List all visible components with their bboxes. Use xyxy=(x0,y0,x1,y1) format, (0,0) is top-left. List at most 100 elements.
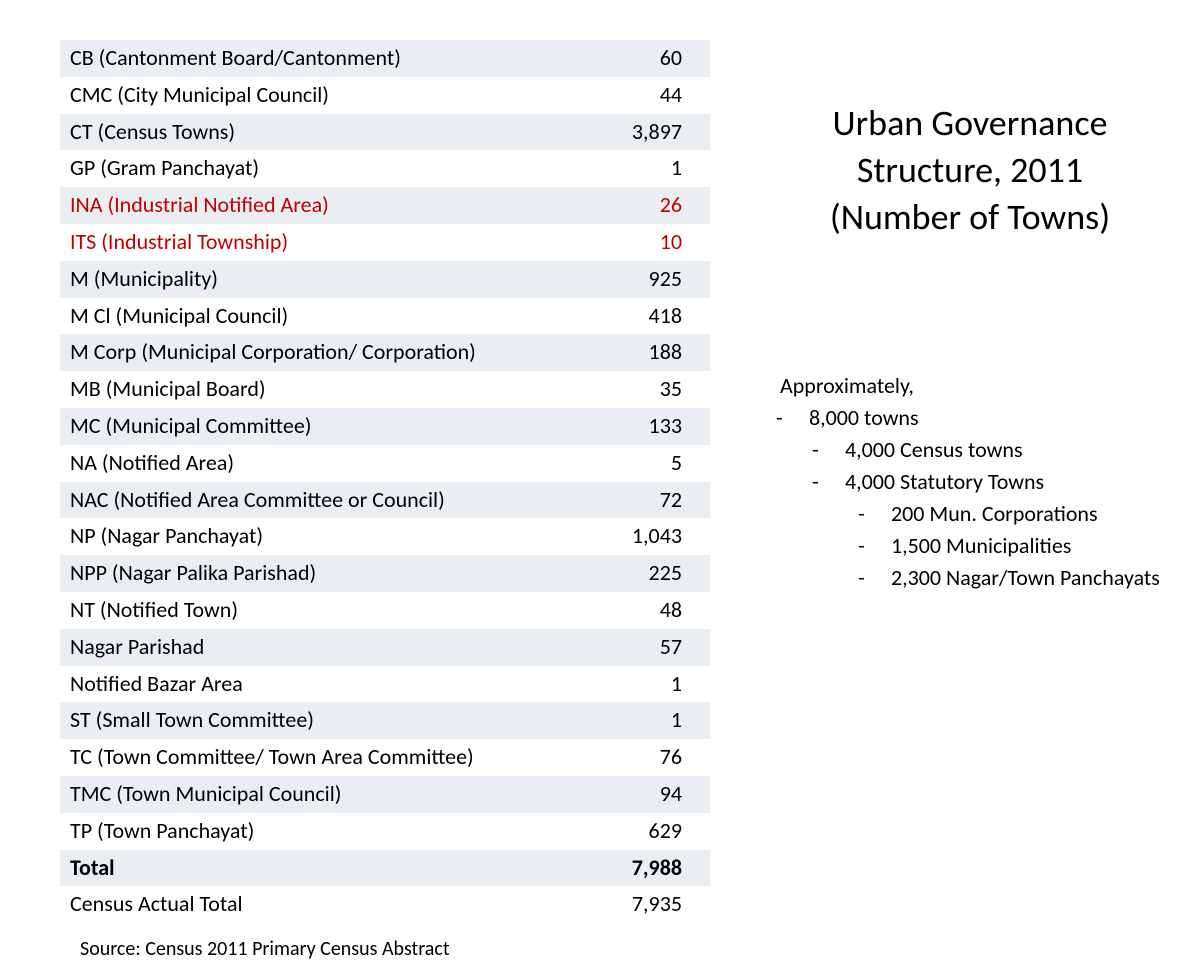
row-label: Nagar Parishad xyxy=(60,629,528,666)
table-row: CT (Census Towns)3,897 xyxy=(60,114,710,151)
bullet-text: 2,300 Nagar/Town Panchayats xyxy=(886,564,1160,591)
row-value: 44 xyxy=(528,77,710,114)
bullet-item: - 200 Mun. Corporations xyxy=(780,498,1160,530)
row-value: 35 xyxy=(528,371,710,408)
census-label: Census Actual Total xyxy=(60,886,528,923)
table-row: M Corp (Municipal Corporation/ Corporati… xyxy=(60,334,710,371)
row-label: CT (Census Towns) xyxy=(60,114,528,151)
row-value: 76 xyxy=(528,739,710,776)
row-label: NAC (Notified Area Committee or Council) xyxy=(60,482,528,519)
table-row: MC (Municipal Committee)133 xyxy=(60,408,710,445)
row-value: 72 xyxy=(528,482,710,519)
row-label: Notified Bazar Area xyxy=(60,666,528,703)
row-label: MC (Municipal Committee) xyxy=(60,408,528,445)
table-row: CMC (City Municipal Council)44 xyxy=(60,77,710,114)
row-label: TMC (Town Municipal Council) xyxy=(60,776,528,813)
row-value: 225 xyxy=(528,555,710,592)
row-value: 10 xyxy=(528,224,710,261)
table-row: NP (Nagar Panchayat)1,043 xyxy=(60,518,710,555)
bullet-text: 1,500 Municipalities xyxy=(886,532,1071,559)
row-label: NT (Notified Town) xyxy=(60,592,528,629)
title-line-2: Structure, 2011 xyxy=(857,148,1083,192)
right-column: Urban Governance Structure, 2011 (Number… xyxy=(780,40,1160,594)
table-row: TP (Town Panchayat)629 xyxy=(60,813,710,850)
row-value: 3,897 xyxy=(528,114,710,151)
slide: CB (Cantonment Board/Cantonment)60CMC (C… xyxy=(0,0,1200,910)
table-row: NPP (Nagar Palika Parishad)225 xyxy=(60,555,710,592)
row-value: 188 xyxy=(528,334,710,371)
row-label: NA (Notified Area) xyxy=(60,445,528,482)
table-row: M Cl (Municipal Council)418 xyxy=(60,298,710,335)
bullets-intro: Approximately, xyxy=(780,370,1160,402)
row-value: 60 xyxy=(528,40,710,77)
census-value: 7,935 xyxy=(528,886,710,923)
bullet-text: 200 Mun. Corporations xyxy=(886,500,1098,527)
row-label: TC (Town Committee/ Town Area Committee) xyxy=(60,739,528,776)
title-line-3: (Number of Towns) xyxy=(830,195,1110,239)
table-row: Notified Bazar Area1 xyxy=(60,666,710,703)
bullet-item: - 2,300 Nagar/Town Panchayats xyxy=(780,562,1160,594)
table-row: ITS (Industrial Township)10 xyxy=(60,224,710,261)
bullet-text: 4,000 Statutory Towns xyxy=(840,468,1044,495)
table-row: ST (Small Town Committee)1 xyxy=(60,702,710,739)
total-value: 7,988 xyxy=(528,850,710,887)
row-label: CMC (City Municipal Council) xyxy=(60,77,528,114)
slide-title: Urban Governance Structure, 2011 (Number… xyxy=(780,100,1160,240)
row-value: 418 xyxy=(528,298,710,335)
row-label: ITS (Industrial Township) xyxy=(60,224,528,261)
bullet-item: - 1,500 Municipalities xyxy=(780,530,1160,562)
table-wrap: CB (Cantonment Board/Cantonment)60CMC (C… xyxy=(60,40,710,961)
bullet-item: - 8,000 towns xyxy=(780,402,1160,434)
bullet-dash-icon: - xyxy=(826,434,840,466)
row-label: CB (Cantonment Board/Cantonment) xyxy=(60,40,528,77)
bullet-text: 8,000 towns xyxy=(804,404,919,431)
table-total-row: Total7,988 xyxy=(60,850,710,887)
table-row: NT (Notified Town)48 xyxy=(60,592,710,629)
table-row: TC (Town Committee/ Town Area Committee)… xyxy=(60,739,710,776)
row-label: ST (Small Town Committee) xyxy=(60,702,528,739)
bullet-item: - 4,000 Census towns xyxy=(780,434,1160,466)
row-value: 5 xyxy=(528,445,710,482)
row-label: M Cl (Municipal Council) xyxy=(60,298,528,335)
bullet-dash-icon: - xyxy=(872,498,886,530)
source-note: Source: Census 2011 Primary Census Abstr… xyxy=(80,937,710,961)
bullet-text: 4,000 Census towns xyxy=(840,436,1023,463)
row-label: NPP (Nagar Palika Parishad) xyxy=(60,555,528,592)
row-label: M Corp (Municipal Corporation/ Corporati… xyxy=(60,334,528,371)
row-label: TP (Town Panchayat) xyxy=(60,813,528,850)
table-row: Nagar Parishad57 xyxy=(60,629,710,666)
bullet-item: - 4,000 Statutory Towns xyxy=(780,466,1160,498)
row-value: 26 xyxy=(528,187,710,224)
summary-bullets: Approximately, - 8,000 towns- 4,000 Cens… xyxy=(780,370,1160,593)
row-value: 48 xyxy=(528,592,710,629)
table-row: INA (Industrial Notified Area)26 xyxy=(60,187,710,224)
table-census-row: Census Actual Total7,935 xyxy=(60,886,710,923)
table-row: M (Municipality)925 xyxy=(60,261,710,298)
table-row: CB (Cantonment Board/Cantonment)60 xyxy=(60,40,710,77)
total-label: Total xyxy=(60,850,528,887)
row-label: MB (Municipal Board) xyxy=(60,371,528,408)
title-line-1: Urban Governance xyxy=(833,101,1108,145)
row-label: INA (Industrial Notified Area) xyxy=(60,187,528,224)
row-value: 57 xyxy=(528,629,710,666)
row-value: 1 xyxy=(528,150,710,187)
row-value: 629 xyxy=(528,813,710,850)
governance-table: CB (Cantonment Board/Cantonment)60CMC (C… xyxy=(60,40,710,923)
table-row: MB (Municipal Board)35 xyxy=(60,371,710,408)
content-row: CB (Cantonment Board/Cantonment)60CMC (C… xyxy=(60,40,1160,961)
row-value: 925 xyxy=(528,261,710,298)
bullet-dash-icon: - xyxy=(872,530,886,562)
row-value: 1,043 xyxy=(528,518,710,555)
bullet-dash-icon: - xyxy=(826,466,840,498)
bullet-dash-icon: - xyxy=(790,402,804,434)
row-label: GP (Gram Panchayat) xyxy=(60,150,528,187)
row-value: 1 xyxy=(528,666,710,703)
row-value: 94 xyxy=(528,776,710,813)
table-row: TMC (Town Municipal Council)94 xyxy=(60,776,710,813)
row-label: M (Municipality) xyxy=(60,261,528,298)
bullet-dash-icon: - xyxy=(872,562,886,594)
table-row: GP (Gram Panchayat)1 xyxy=(60,150,710,187)
row-label: NP (Nagar Panchayat) xyxy=(60,518,528,555)
bullet-list: - 8,000 towns- 4,000 Census towns- 4,000… xyxy=(780,402,1160,593)
table-row: NAC (Notified Area Committee or Council)… xyxy=(60,482,710,519)
